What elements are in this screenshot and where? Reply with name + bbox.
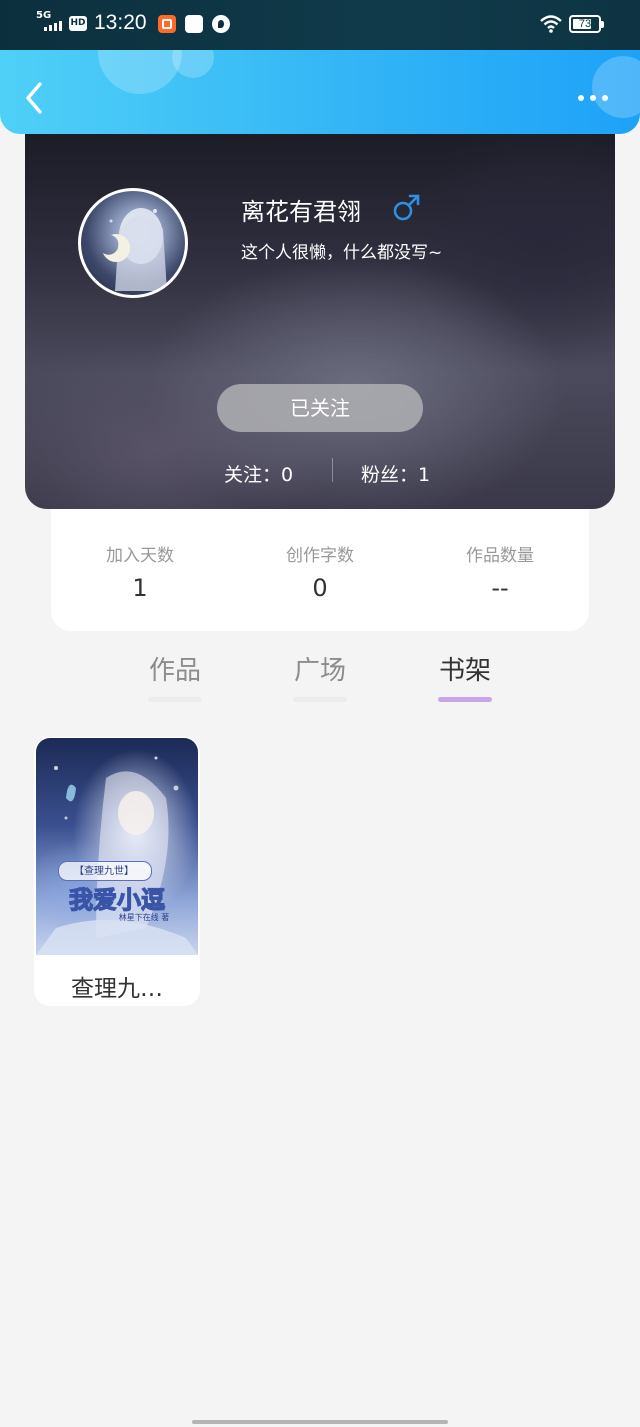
male-icon [393, 194, 420, 221]
cover-banner-text-wrap: 【查理九世】 [74, 864, 134, 877]
profile-card: 离花有君翎 这个人很懒，什么都没写~ 已关注 关注：0 粉丝：1 [25, 120, 615, 509]
back-button[interactable] [20, 80, 50, 116]
tab-works-underline [148, 697, 202, 702]
network-type: 5G [36, 10, 52, 21]
more-button[interactable] [573, 90, 613, 106]
stats-panel: 加入天数 1 创作字数 0 作品数量 -- [51, 509, 589, 631]
cover-title-text: 我爱小逗 [69, 885, 165, 914]
chevron-left-icon [26, 82, 42, 114]
book-card[interactable]: 我爱小逗 林星下在线 著 【查理九世】 查理九… [34, 737, 200, 1006]
wifi-icon [540, 15, 562, 33]
avatar-illustration [103, 208, 167, 291]
decor-bubble [592, 56, 640, 118]
cover-title-art: 我爱小逗 林星下在线 著 [68, 884, 170, 922]
book-cover: 我爱小逗 林星下在线 著 【查理九世】 [36, 738, 198, 955]
notification-map-icon [212, 15, 230, 33]
tab-works[interactable]: 作品 [140, 650, 210, 687]
decor-bubble [98, 50, 182, 94]
signal-icon [44, 21, 62, 31]
stat-label: 作品数量 [466, 546, 534, 566]
stat-value: 0 [312, 574, 328, 602]
cover-author-text: 林星下在线 著 [119, 912, 170, 922]
stat-join-days: 加入天数 1 [50, 541, 230, 602]
username: 离花有君翎 [241, 198, 361, 226]
divider [332, 458, 333, 482]
following-count[interactable]: 关注：0 [224, 460, 293, 487]
tab-square-underline [293, 697, 347, 702]
avatar[interactable] [78, 188, 188, 298]
more-horizontal-icon [578, 95, 584, 101]
cover-illustration [36, 756, 198, 955]
tab-square[interactable]: 广场 [285, 650, 355, 687]
decor-bubble [172, 50, 214, 78]
clock: 13:20 [94, 11, 147, 34]
notification-app-icon [158, 15, 176, 33]
notification-square-icon [185, 15, 203, 33]
tab-bookshelf[interactable]: 书架 [430, 650, 500, 687]
status-bar: 5G HD 13:20 73 [0, 0, 640, 50]
fans-count[interactable]: 粉丝：1 [361, 460, 430, 487]
cover-banner-text: 【查理九世】 [74, 864, 134, 877]
stat-label: 创作字数 [286, 546, 354, 566]
stat-value: -- [491, 574, 509, 602]
header-bar [0, 50, 640, 134]
book-title: 查理九… [71, 976, 163, 1002]
follow-button[interactable]: 已关注 [217, 384, 423, 432]
home-indicator [192, 1420, 448, 1424]
stat-word-count: 创作字数 0 [230, 541, 410, 602]
battery-icon: 73 [569, 15, 604, 33]
hd-badge: HD [69, 16, 87, 31]
stat-label: 加入天数 [106, 546, 174, 566]
battery-level: 73 [578, 18, 592, 30]
stat-works-count: 作品数量 -- [410, 541, 590, 602]
stat-value: 1 [132, 574, 148, 602]
tab-bookshelf-underline [438, 697, 492, 702]
bio: 这个人很懒，什么都没写~ [241, 243, 443, 263]
